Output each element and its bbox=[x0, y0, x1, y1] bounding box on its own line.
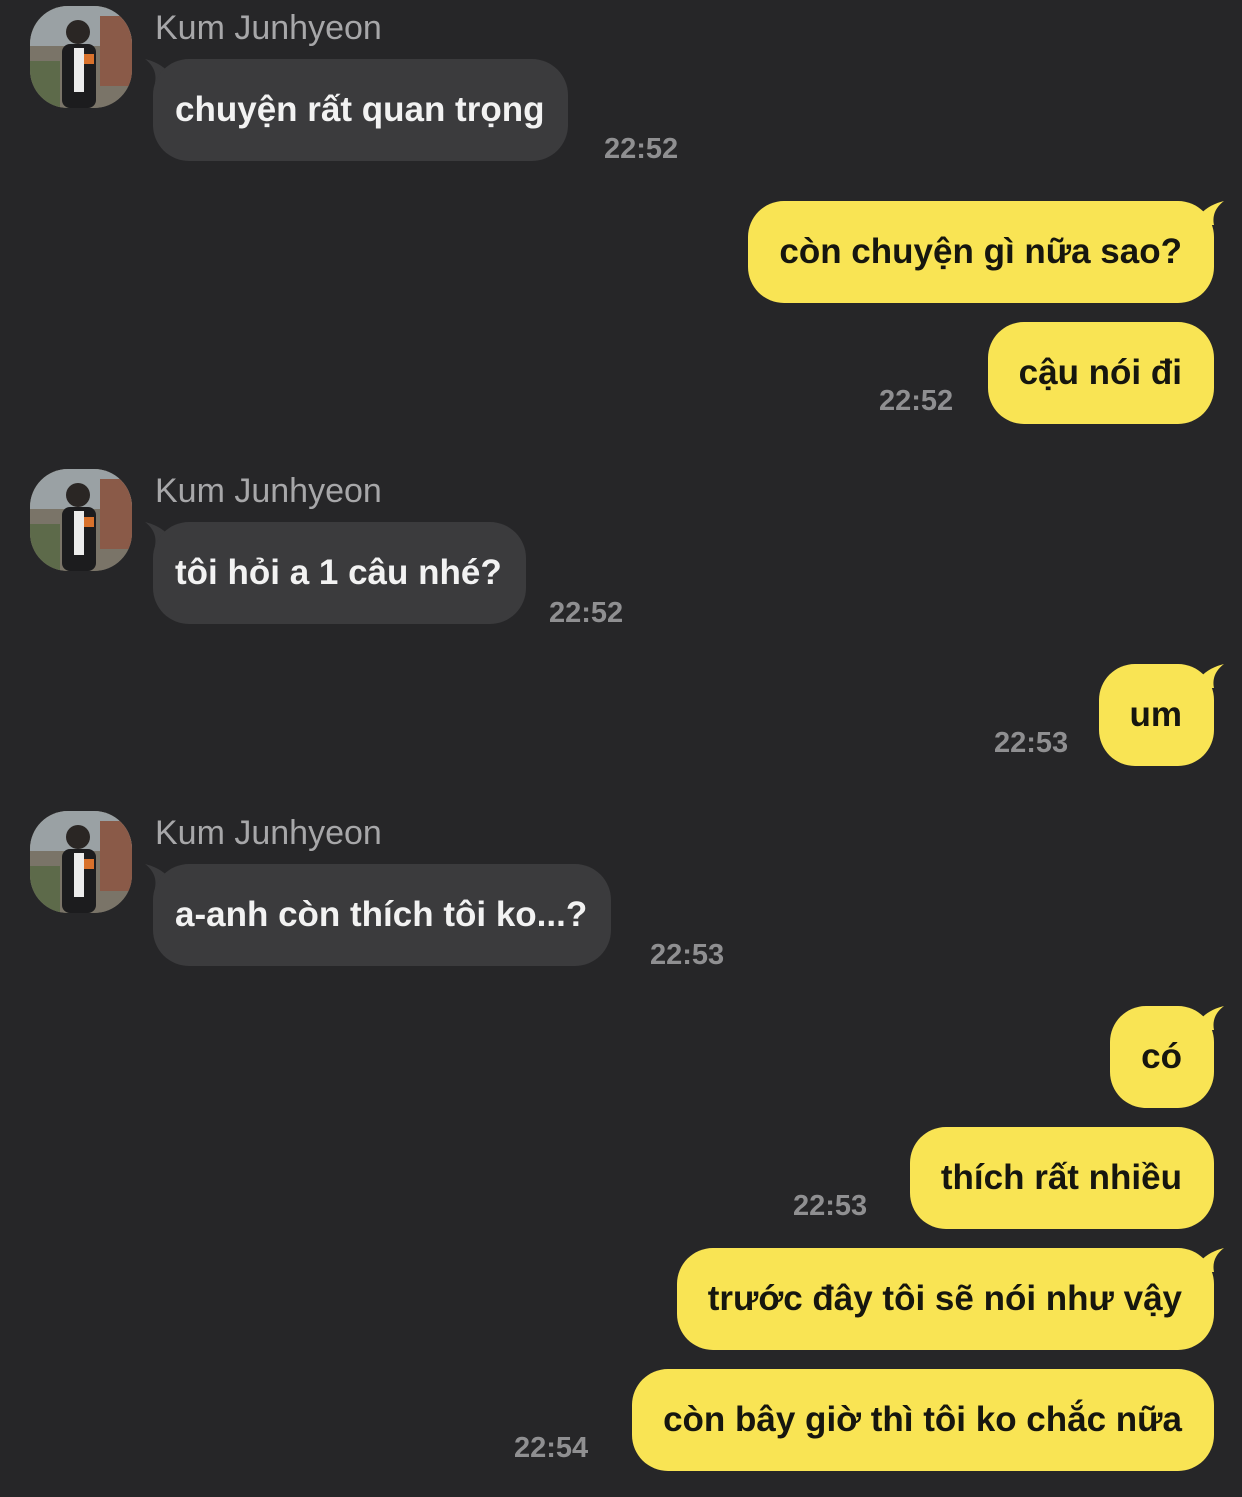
message-time: 22:52 bbox=[879, 385, 954, 417]
outgoing-message-bubble[interactable]: trước đây tôi sẽ nói như vậy bbox=[676, 1248, 1214, 1350]
message-time: 22:52 bbox=[549, 597, 624, 629]
sender-name: Kum Junhyeon bbox=[155, 9, 382, 47]
outgoing-message-bubble[interactable]: có bbox=[1110, 1006, 1214, 1108]
outgoing-message-bubble[interactable]: cậu nói đi bbox=[987, 322, 1214, 424]
message-time: 22:53 bbox=[793, 1190, 868, 1222]
incoming-message-bubble[interactable]: chuyện rất quan trọng bbox=[153, 59, 569, 161]
avatar[interactable] bbox=[30, 6, 132, 108]
outgoing-message-bubble[interactable]: thích rất nhiều bbox=[909, 1127, 1214, 1229]
sender-name: Kum Junhyeon bbox=[155, 814, 382, 852]
message-time: 22:54 bbox=[514, 1432, 589, 1464]
message-time: 22:52 bbox=[604, 133, 679, 165]
avatar[interactable] bbox=[30, 469, 132, 571]
avatar[interactable] bbox=[30, 811, 132, 913]
outgoing-message-bubble[interactable]: um bbox=[1098, 664, 1214, 766]
incoming-message-bubble[interactable]: tôi hỏi a 1 câu nhé? bbox=[153, 522, 526, 624]
sender-name: Kum Junhyeon bbox=[155, 472, 382, 510]
message-time: 22:53 bbox=[994, 727, 1069, 759]
incoming-message-bubble[interactable]: a-anh còn thích tôi ko...? bbox=[153, 864, 612, 966]
outgoing-message-bubble[interactable]: còn bây giờ thì tôi ko chắc nữa bbox=[632, 1369, 1214, 1471]
outgoing-message-bubble[interactable]: còn chuyện gì nữa sao? bbox=[748, 201, 1214, 303]
message-time: 22:53 bbox=[650, 939, 725, 971]
